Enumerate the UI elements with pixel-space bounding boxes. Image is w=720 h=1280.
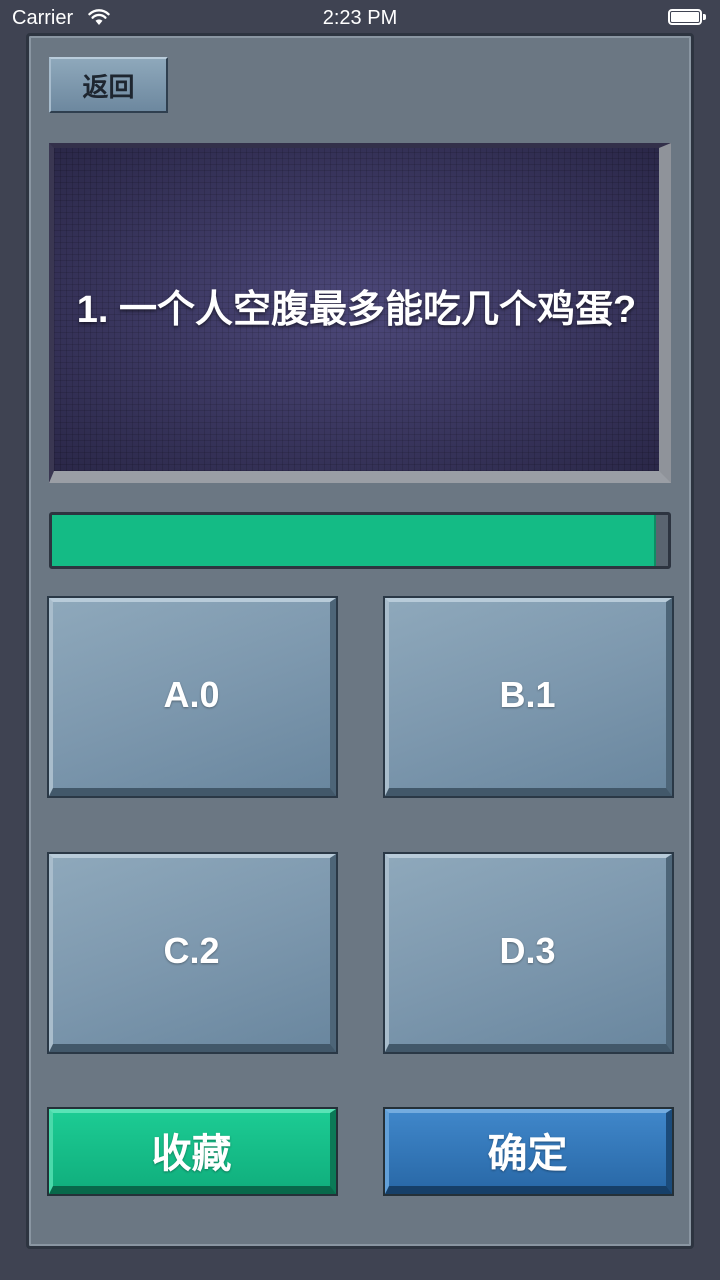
option-b-button[interactable]: B.1	[383, 596, 674, 798]
question-screen: 1. 一个人空腹最多能吃几个鸡蛋?	[49, 143, 671, 483]
question-text: 1. 一个人空腹最多能吃几个鸡蛋?	[76, 288, 637, 331]
option-d-button[interactable]: D.3	[383, 852, 674, 1054]
progress-fill	[52, 515, 656, 566]
progress-bar	[49, 512, 671, 569]
favorite-button[interactable]: 收藏	[47, 1107, 338, 1196]
back-button[interactable]: 返回	[49, 57, 168, 113]
clock: 2:23 PM	[322, 7, 398, 29]
battery-icon	[668, 9, 708, 27]
option-c-button[interactable]: C.2	[47, 852, 338, 1054]
option-a-button[interactable]: A.0	[47, 596, 338, 798]
status-bar: Carrier 2:23 PM	[0, 0, 720, 36]
confirm-button[interactable]: 确定	[383, 1107, 674, 1196]
